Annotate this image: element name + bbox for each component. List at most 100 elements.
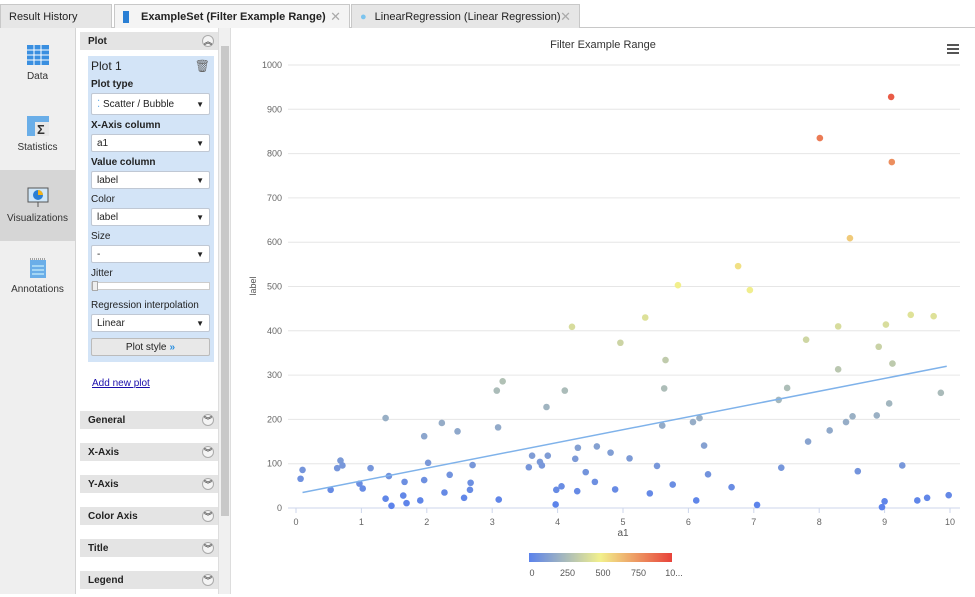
data-point bbox=[674, 281, 682, 289]
data-point bbox=[339, 462, 346, 469]
expand-icon[interactable]: ︾ bbox=[202, 542, 214, 554]
expand-icon[interactable]: ︾ bbox=[202, 510, 214, 522]
data-point bbox=[854, 467, 862, 475]
color-label: Color bbox=[91, 194, 115, 205]
section-title[interactable]: Title ︾ bbox=[80, 539, 218, 557]
data-point bbox=[299, 466, 306, 474]
y-tick-label: 800 bbox=[267, 149, 282, 159]
x-tick-label: 1 bbox=[359, 517, 364, 527]
x-tick-label: 0 bbox=[293, 517, 298, 527]
expand-icon[interactable]: ︾ bbox=[202, 478, 214, 490]
data-point bbox=[669, 481, 677, 488]
nav-data[interactable]: Data bbox=[0, 28, 75, 99]
data-point bbox=[538, 462, 546, 469]
data-point bbox=[388, 502, 395, 510]
tab-label: Result History bbox=[9, 10, 78, 23]
expand-icon[interactable]: ︾ bbox=[202, 414, 214, 426]
section-legend[interactable]: Legend ︾ bbox=[80, 571, 218, 589]
trash-icon[interactable]: 🗑 bbox=[195, 59, 210, 73]
jitter-label: Jitter bbox=[91, 268, 113, 279]
section-title: General bbox=[88, 414, 126, 426]
data-point bbox=[937, 389, 945, 397]
table-icon bbox=[26, 45, 49, 65]
tab-result-history[interactable]: Result History bbox=[0, 4, 112, 28]
jitter-slider[interactable] bbox=[91, 281, 210, 291]
x-tick-label: 7 bbox=[751, 517, 756, 527]
color-legend-label: 250 bbox=[560, 568, 575, 578]
panel-scrollbar[interactable] bbox=[218, 28, 230, 594]
data-point bbox=[889, 360, 896, 367]
nav-annotations[interactable]: Annotations bbox=[0, 241, 75, 312]
data-point bbox=[907, 311, 915, 319]
data-point bbox=[704, 471, 712, 478]
data-point bbox=[611, 486, 619, 493]
close-icon[interactable]: ✕ bbox=[560, 9, 571, 25]
data-point bbox=[689, 418, 697, 426]
data-point bbox=[582, 468, 590, 476]
scrollbar-thumb[interactable] bbox=[221, 46, 229, 516]
data-point bbox=[367, 464, 374, 472]
nav-visualizations[interactable]: Visualizations bbox=[0, 170, 75, 241]
data-point bbox=[930, 312, 937, 320]
section-x-axis[interactable]: X-Axis ︾ bbox=[80, 443, 218, 461]
data-point bbox=[571, 455, 579, 463]
data-point bbox=[561, 387, 569, 394]
scatter-chart: Filter Example Range01002003004005006007… bbox=[248, 39, 960, 578]
regression-select[interactable]: Linear ▼ bbox=[91, 314, 210, 332]
tab-linear-regression[interactable]: ● LinearRegression (Linear Regression) ✕ bbox=[351, 4, 580, 28]
data-point bbox=[753, 501, 761, 509]
section-color-axis[interactable]: Color Axis ︾ bbox=[80, 507, 218, 525]
expand-icon[interactable]: ︾ bbox=[202, 446, 214, 458]
chart-icon bbox=[27, 187, 48, 207]
plot-style-button[interactable]: Plot style» bbox=[91, 338, 210, 356]
dropdown-arrow-icon: ▼ bbox=[196, 249, 204, 259]
slider-handle[interactable] bbox=[92, 281, 98, 291]
x-tick-label: 10 bbox=[945, 517, 955, 527]
dropdown-arrow-icon: ▼ bbox=[196, 318, 204, 328]
y-tick-label: 0 bbox=[277, 503, 282, 513]
data-point bbox=[888, 158, 896, 166]
hamburger-menu-icon[interactable] bbox=[947, 44, 959, 56]
data-point bbox=[826, 427, 833, 434]
data-point bbox=[746, 286, 754, 294]
size-select[interactable]: - ▼ bbox=[91, 245, 210, 263]
collapse-icon[interactable]: ︽ bbox=[202, 35, 214, 47]
color-select[interactable]: label ▼ bbox=[91, 208, 210, 226]
x-axis-label: X-Axis column bbox=[91, 120, 161, 131]
section-general[interactable]: General ︾ bbox=[80, 411, 218, 429]
section-plot[interactable]: Plot ︽ bbox=[80, 32, 218, 50]
data-point bbox=[834, 366, 842, 373]
tab-exampleset[interactable]: ExampleSet (Filter Example Range) ✕ bbox=[114, 4, 350, 28]
close-icon[interactable]: ✕ bbox=[330, 9, 341, 25]
data-point bbox=[469, 461, 476, 469]
data-point bbox=[816, 134, 824, 142]
x-tick-label: 4 bbox=[555, 517, 560, 527]
data-point bbox=[416, 497, 424, 504]
data-point bbox=[641, 314, 649, 321]
data-point bbox=[898, 462, 906, 469]
data-point bbox=[617, 339, 624, 347]
y-tick-label: 1000 bbox=[262, 60, 282, 70]
add-new-plot-link[interactable]: Add new plot bbox=[92, 378, 218, 389]
x-axis-label: a1 bbox=[617, 528, 629, 539]
x-tick-label: 6 bbox=[686, 517, 691, 527]
data-point bbox=[842, 418, 850, 426]
data-point bbox=[846, 234, 854, 242]
dropdown-arrow-icon: ▼ bbox=[196, 138, 204, 148]
data-point bbox=[528, 452, 536, 460]
value-column-select[interactable]: label ▼ bbox=[91, 171, 210, 189]
x-axis-select[interactable]: a1 ▼ bbox=[91, 134, 210, 152]
data-point bbox=[401, 478, 408, 486]
data-point bbox=[454, 428, 461, 435]
nav-label: Statistics bbox=[17, 142, 58, 153]
data-point bbox=[646, 490, 654, 497]
select-value: - bbox=[97, 248, 101, 260]
nav-statistics[interactable]: Σ Statistics bbox=[0, 99, 75, 170]
section-title: X-Axis bbox=[88, 446, 120, 458]
expand-icon[interactable]: ︾ bbox=[202, 574, 214, 586]
plot-type-select[interactable]: ⁚ Scatter / Bubble ▼ bbox=[91, 93, 210, 115]
data-point bbox=[543, 403, 550, 411]
section-y-axis[interactable]: Y-Axis ︾ bbox=[80, 475, 218, 493]
data-point bbox=[881, 498, 888, 505]
value-column-label: Value column bbox=[91, 157, 156, 168]
